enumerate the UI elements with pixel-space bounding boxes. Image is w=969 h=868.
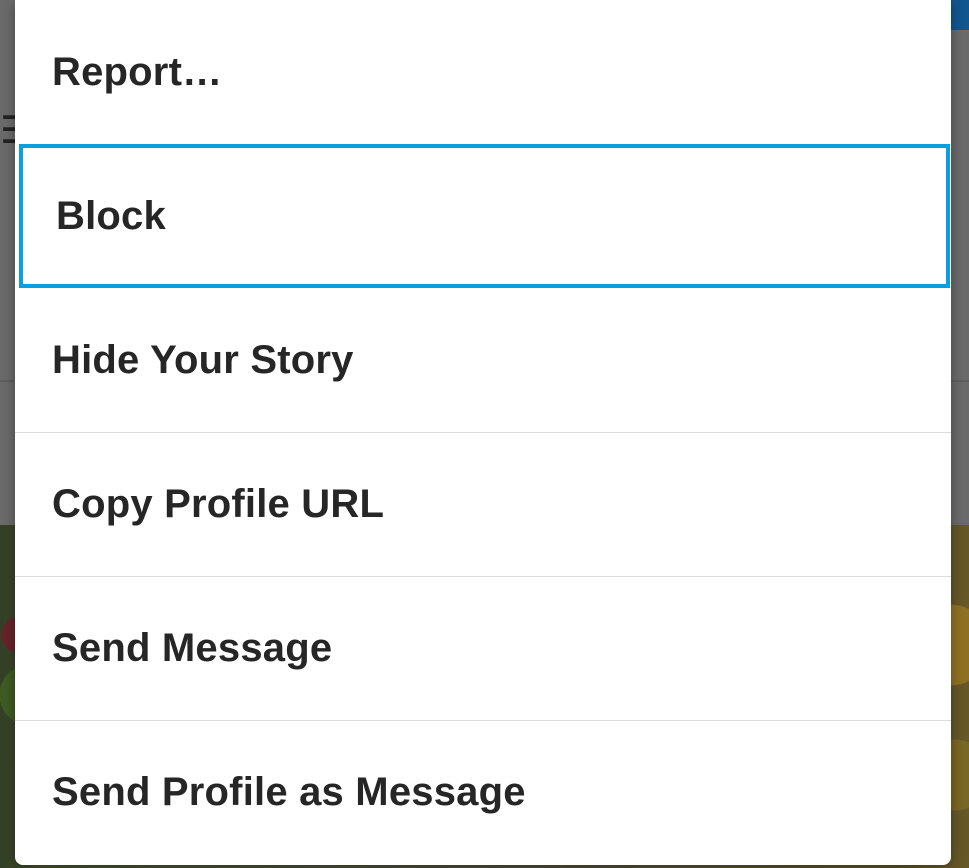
menu-item-label: Copy Profile URL [52, 482, 385, 526]
menu-item-send-message[interactable]: Send Message [15, 576, 951, 720]
menu-item-hide-your-story[interactable]: Hide Your Story [15, 288, 951, 432]
menu-item-copy-profile-url[interactable]: Copy Profile URL [15, 432, 951, 576]
menu-item-label: Report… [52, 49, 223, 94]
menu-item-label: Block [56, 193, 166, 238]
menu-item-block[interactable]: Block [19, 144, 950, 288]
menu-item-report[interactable]: Report… [15, 0, 951, 144]
menu-item-send-profile-as-message[interactable]: Send Profile as Message [15, 720, 951, 864]
profile-options-dialog: Report… Block Hide Your Story Copy Profi… [15, 0, 951, 865]
menu-item-label: Send Message [52, 626, 333, 670]
menu-item-label: Send Profile as Message [52, 770, 526, 814]
menu-item-label: Hide Your Story [52, 337, 354, 382]
